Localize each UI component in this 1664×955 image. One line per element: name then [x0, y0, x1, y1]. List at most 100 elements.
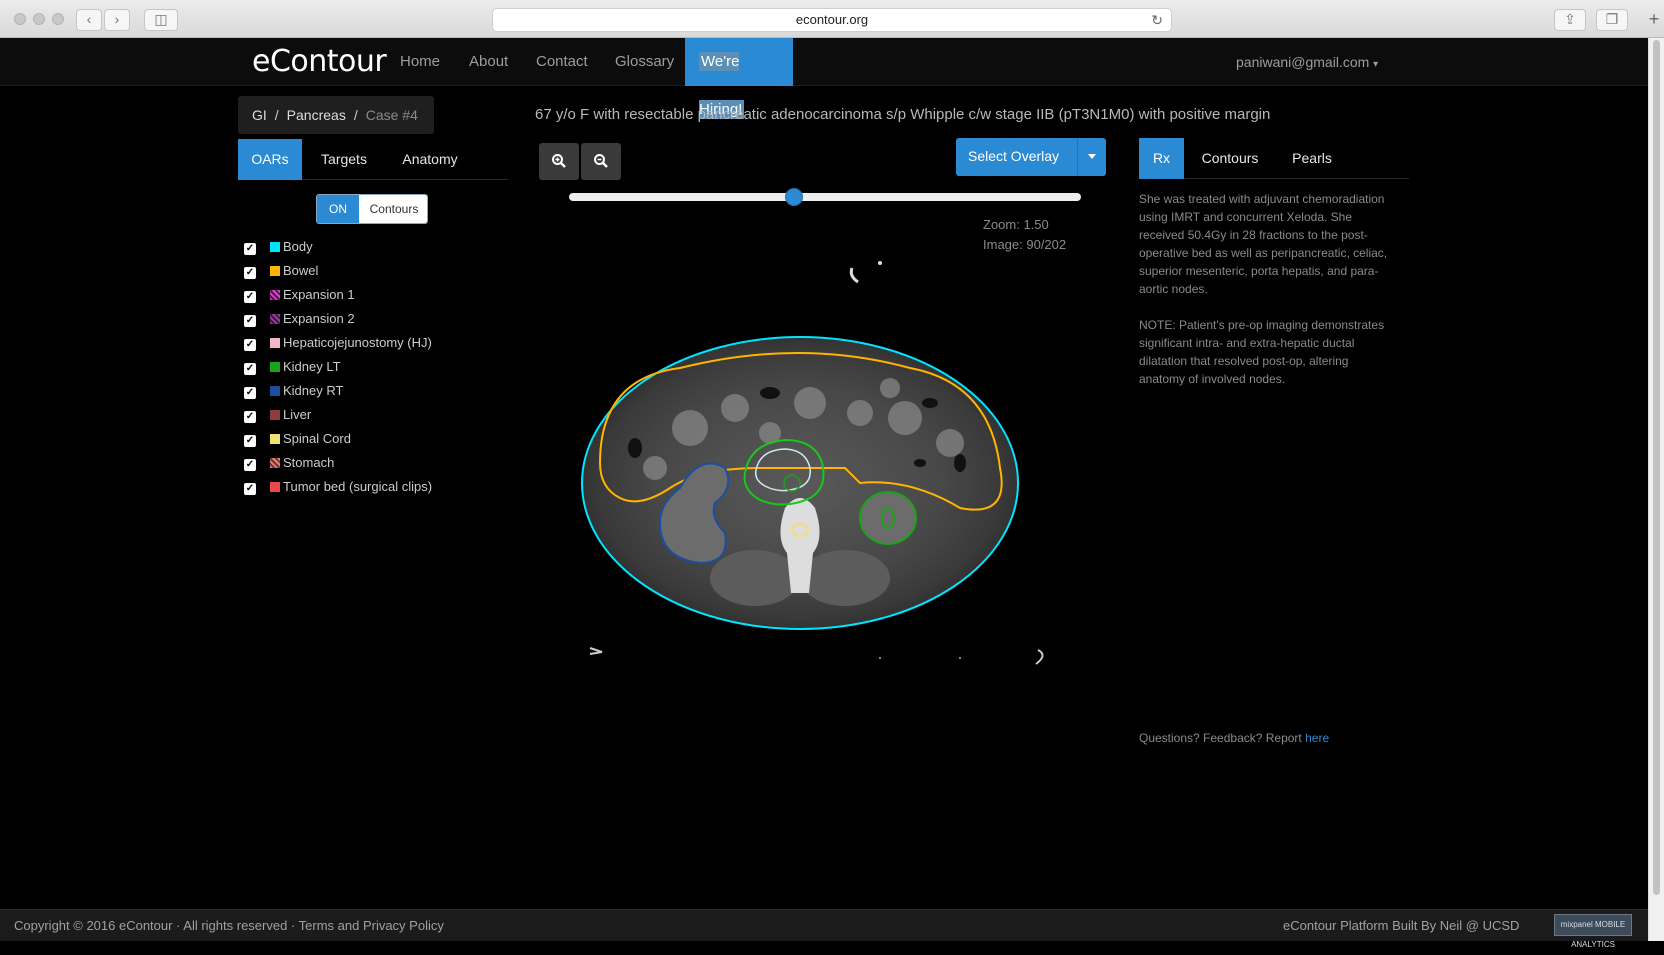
list-item[interactable]: ✓ Expansion 2	[244, 310, 504, 330]
select-overlay-button[interactable]: Select Overlay	[956, 138, 1106, 176]
new-tab-icon[interactable]: +	[1644, 0, 1664, 38]
breadcrumb-pancreas[interactable]: Pancreas	[287, 107, 346, 123]
tab-contours[interactable]: Contours	[1184, 138, 1276, 179]
artifact-marker	[849, 267, 859, 284]
scrollbar-thumb[interactable]	[1653, 40, 1660, 895]
mixpanel-badge[interactable]: mixpanel MOBILE ANALYTICS	[1554, 914, 1632, 949]
color-swatch	[270, 482, 280, 492]
feedback-text: Questions? Feedback? Report	[1139, 731, 1306, 745]
feedback-line: Questions? Feedback? Report here	[1139, 731, 1329, 745]
color-swatch	[270, 410, 280, 420]
image-slider[interactable]	[569, 188, 1081, 206]
list-item[interactable]: ✓ Stomach	[244, 454, 504, 474]
tab-anatomy[interactable]: Anatomy	[386, 139, 474, 180]
table-marker	[1035, 649, 1044, 665]
breadcrumb: GI / Pancreas / Case #4	[238, 96, 434, 134]
user-menu[interactable]: paniwani@gmail.com ▾	[1236, 38, 1378, 86]
checkbox[interactable]: ✓	[244, 459, 256, 471]
breadcrumb-gi[interactable]: GI	[252, 107, 267, 123]
structure-label: Kidney LT	[283, 359, 341, 374]
footer-copyright: Copyright © 2016 eContour · All rights r…	[14, 918, 444, 933]
toggle-on[interactable]: ON	[317, 195, 359, 223]
checkbox[interactable]: ✓	[244, 315, 256, 327]
checkbox[interactable]: ✓	[244, 483, 256, 495]
structure-label: Stomach	[283, 455, 335, 470]
list-item[interactable]: ✓ Tumor bed (surgical clips)	[244, 478, 504, 498]
list-item[interactable]: ✓ Kidney LT	[244, 358, 504, 378]
color-swatch	[270, 290, 280, 300]
checkbox[interactable]: ✓	[244, 339, 256, 351]
tab-rx[interactable]: Rx	[1139, 138, 1184, 179]
list-item[interactable]: ✓ Expansion 1	[244, 286, 504, 306]
footer-credit: eContour Platform Built By Neil @ UCSD	[1283, 918, 1520, 933]
zoom-in-button[interactable]	[539, 143, 579, 180]
structure-label: Body	[283, 239, 313, 254]
tab-targets[interactable]: Targets	[302, 139, 386, 180]
list-item[interactable]: ✓ Hepaticojejunostomy (HJ)	[244, 334, 504, 354]
color-swatch	[270, 338, 280, 348]
address-bar[interactable]: econtour.org ↻	[492, 8, 1172, 32]
list-item[interactable]: ✓ Body	[244, 238, 504, 258]
table-marker	[879, 657, 881, 659]
ct-image-viewer[interactable]	[560, 218, 1090, 728]
artifact-marker	[878, 261, 882, 265]
caret-down-icon[interactable]	[1088, 154, 1096, 159]
color-swatch	[270, 242, 280, 252]
share-icon[interactable]: ⇪	[1554, 9, 1586, 31]
nav-contact[interactable]: Contact	[522, 38, 602, 86]
color-swatch	[270, 458, 280, 468]
zoom-out-icon	[594, 154, 608, 168]
tabs-overview-icon[interactable]: ❐	[1596, 9, 1628, 31]
contour-kidney-lt	[859, 491, 917, 545]
site-logo[interactable]: eContour	[252, 44, 387, 79]
checkbox[interactable]: ✓	[244, 243, 256, 255]
reload-icon[interactable]: ↻	[1151, 9, 1163, 31]
sidebar-toggle-icon[interactable]: ◫	[144, 9, 178, 31]
checkbox[interactable]: ✓	[244, 435, 256, 447]
color-swatch	[270, 362, 280, 372]
structure-label: Kidney RT	[283, 383, 344, 398]
browser-toolbar: ‹ › ◫ econtour.org ↻ ⇪ ❐ +	[0, 0, 1664, 38]
nav-hiring[interactable]: We're Hiring!	[685, 38, 793, 119]
checkbox[interactable]: ✓	[244, 267, 256, 279]
list-item[interactable]: ✓ Liver	[244, 406, 504, 426]
nav-glossary[interactable]: Glossary	[601, 38, 688, 86]
table-marker	[589, 647, 603, 655]
rx-paragraph: She was treated with adjuvant chemoradia…	[1139, 192, 1388, 296]
back-icon[interactable]: ‹	[76, 9, 102, 31]
minimize-window-button[interactable]	[33, 13, 45, 25]
structure-label: Liver	[283, 407, 312, 422]
nav-about[interactable]: About	[455, 38, 522, 86]
structure-label: Hepaticojejunostomy (HJ)	[283, 335, 432, 350]
page: eContour Home About Contact Glossary We'…	[0, 38, 1648, 949]
slider-thumb[interactable]	[785, 188, 804, 206]
tab-oars[interactable]: OARs	[238, 139, 302, 180]
forward-icon[interactable]: ›	[104, 9, 130, 31]
table-marker	[959, 657, 961, 659]
rx-note: NOTE: Patient's pre-op imaging demonstra…	[1139, 318, 1385, 386]
close-window-button[interactable]	[14, 13, 26, 25]
tab-pearls[interactable]: Pearls	[1276, 138, 1348, 179]
case-title: 67 y/o F with resectable pancreatic aden…	[535, 106, 1271, 123]
list-item[interactable]: ✓ Kidney RT	[244, 382, 504, 402]
feedback-link[interactable]: here	[1305, 731, 1329, 745]
select-overlay-label: Select Overlay	[968, 148, 1060, 164]
color-swatch	[270, 434, 280, 444]
color-swatch	[270, 266, 280, 276]
user-email: paniwani@gmail.com	[1236, 54, 1370, 70]
zoom-out-button[interactable]	[581, 143, 621, 180]
list-item[interactable]: ✓ Spinal Cord	[244, 430, 504, 450]
structure-tabs: OARs Targets Anatomy	[238, 139, 508, 180]
checkbox[interactable]: ✓	[244, 291, 256, 303]
checkbox[interactable]: ✓	[244, 387, 256, 399]
list-item[interactable]: ✓ Bowel	[244, 262, 504, 282]
toggle-contours[interactable]: Contours	[359, 195, 427, 223]
contours-toggle[interactable]: ON Contours	[316, 194, 428, 224]
nav-home[interactable]: Home	[386, 38, 454, 86]
vertical-scrollbar[interactable]	[1648, 38, 1664, 941]
checkbox[interactable]: ✓	[244, 411, 256, 423]
checkbox[interactable]: ✓	[244, 363, 256, 375]
color-swatch	[270, 314, 280, 324]
maximize-window-button[interactable]	[52, 13, 64, 25]
breadcrumb-separator: /	[353, 107, 358, 123]
